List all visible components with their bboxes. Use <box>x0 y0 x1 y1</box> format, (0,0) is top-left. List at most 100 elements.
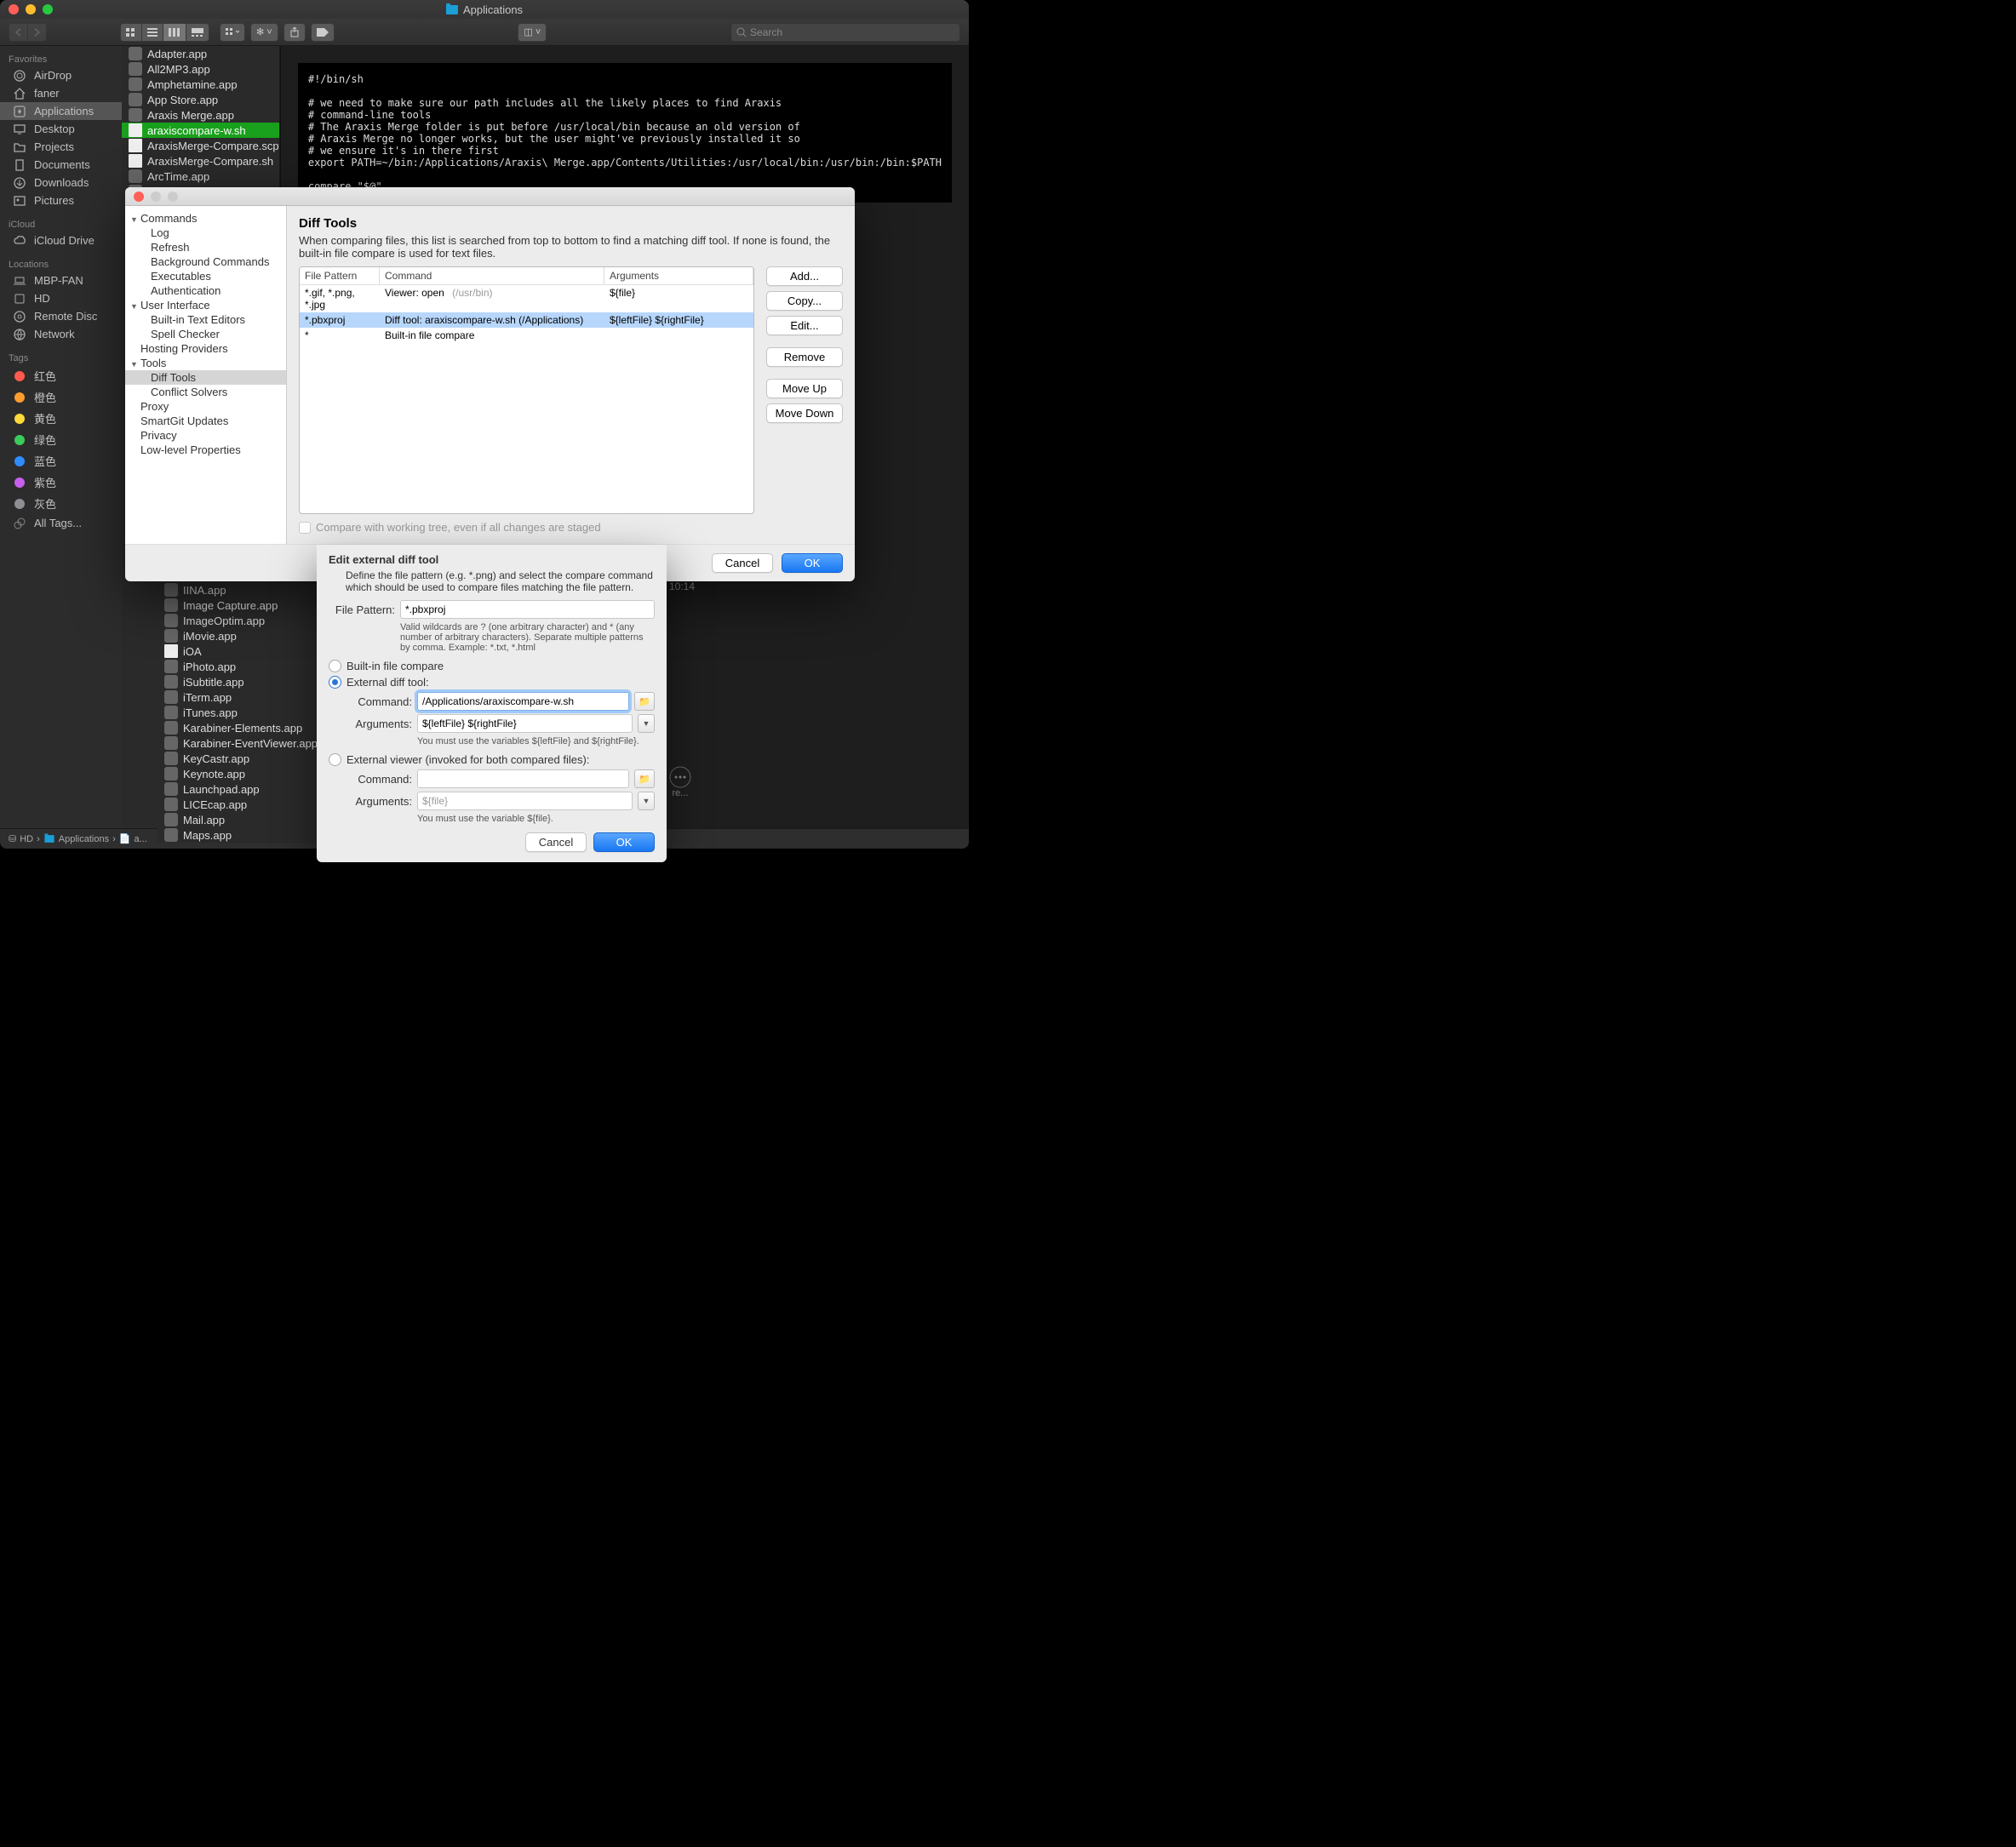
sidebar-item-documents[interactable]: Documents <box>0 156 122 174</box>
viewer-command-input[interactable] <box>417 769 629 788</box>
radio-external[interactable] <box>329 676 341 689</box>
radio-viewer[interactable] <box>329 753 341 766</box>
sidebar-item--[interactable]: 蓝色 <box>0 450 122 472</box>
finder-titlebar[interactable]: Applications <box>0 0 969 19</box>
sidebar-item-remote-disc[interactable]: Remote Disc <box>0 307 122 325</box>
file-araxismerge-compare-sh[interactable]: AraxisMerge-Compare.sh <box>122 153 279 169</box>
sidebar-item-applications[interactable]: Applications <box>0 102 122 120</box>
copy-button[interactable]: Copy... <box>766 291 843 311</box>
forward-button[interactable] <box>28 23 47 42</box>
sidebar-item-mbp-fan[interactable]: MBP-FAN <box>0 272 122 289</box>
prefs-nav-conflict-solvers[interactable]: Conflict Solvers <box>125 385 286 399</box>
edit-ok-button[interactable]: OK <box>593 832 655 852</box>
sidebar-item-icloud-drive[interactable]: iCloud Drive <box>0 232 122 249</box>
sidebar-item-all-tags-[interactable]: All Tags... <box>0 514 122 532</box>
prefs-nav-background-commands[interactable]: Background Commands <box>125 254 286 269</box>
prefs-nav-proxy[interactable]: Proxy <box>125 399 286 414</box>
radio-builtin[interactable] <box>329 660 341 672</box>
sidebar-item-faner[interactable]: faner <box>0 84 122 102</box>
share-more-icon[interactable] <box>669 766 691 788</box>
prefs-nav-executables[interactable]: Executables <box>125 269 286 283</box>
add-button[interactable]: Add... <box>766 266 843 286</box>
prefs-title: Diff Tools <box>299 216 843 231</box>
sidebar-item--[interactable]: 橙色 <box>0 386 122 408</box>
sidebar-item--[interactable]: 绿色 <box>0 429 122 450</box>
close-icon[interactable] <box>134 192 144 202</box>
viewer-arguments-input[interactable] <box>417 792 633 810</box>
app-icon <box>129 93 142 106</box>
viewer-browse-button[interactable]: 📁 <box>634 769 655 788</box>
prefs-nav-low-level-properties[interactable]: Low-level Properties <box>125 443 286 457</box>
remove-button[interactable]: Remove <box>766 347 843 367</box>
file-amphetamine-app[interactable]: Amphetamine.app <box>122 77 279 92</box>
file-adapter-app[interactable]: Adapter.app <box>122 46 279 61</box>
view-list-button[interactable] <box>142 23 163 42</box>
prefs-nav-tools[interactable]: Tools <box>125 356 286 370</box>
app-icon <box>164 828 178 842</box>
sidebar-item--[interactable]: 红色 <box>0 365 122 386</box>
prefs-nav-log[interactable]: Log <box>125 226 286 240</box>
prefs-nav-diff-tools[interactable]: Diff Tools <box>125 370 286 385</box>
viewer-arguments-dropdown[interactable]: ▼ <box>638 792 655 810</box>
prefs-nav-commands[interactable]: Commands <box>125 211 286 226</box>
sidebar-item-desktop[interactable]: Desktop <box>0 120 122 138</box>
view-columns-button[interactable] <box>163 23 186 42</box>
moveup-button[interactable]: Move Up <box>766 379 843 398</box>
browse-button[interactable]: 📁 <box>634 692 655 711</box>
prefs-nav-user-interface[interactable]: User Interface <box>125 298 286 312</box>
file-all2mp3-app[interactable]: All2MP3.app <box>122 61 279 77</box>
sidebar-item-hd[interactable]: HD <box>0 289 122 307</box>
diff-tools-table[interactable]: File Pattern Command Arguments *.gif, *.… <box>299 266 754 514</box>
edit-cancel-button[interactable]: Cancel <box>525 832 587 852</box>
file-araxismerge-compare-scpt[interactable]: AraxisMerge-Compare.scpt <box>122 138 279 153</box>
action-button[interactable]: ✻ ˅ <box>250 23 278 42</box>
sidebar-item-pictures[interactable]: Pictures <box>0 192 122 209</box>
view-gallery-button[interactable] <box>186 23 209 42</box>
view-icon-button[interactable] <box>120 23 142 42</box>
file-pattern-input[interactable] <box>400 600 655 619</box>
diff-tool-row[interactable]: *Built-in file compare <box>300 328 753 343</box>
app-icon <box>129 77 142 91</box>
file-araxiscompare-w-sh[interactable]: araxiscompare-w.sh <box>122 123 279 138</box>
close-icon[interactable] <box>9 4 19 14</box>
dialog-titlebar[interactable] <box>125 187 855 206</box>
sidebar-item-downloads[interactable]: Downloads <box>0 174 122 192</box>
prefs-nav-smartgit-updates[interactable]: SmartGit Updates <box>125 414 286 428</box>
movedown-button[interactable]: Move Down <box>766 403 843 423</box>
compare-wt-checkbox[interactable] <box>299 522 311 534</box>
group-button[interactable] <box>220 23 245 42</box>
arguments-input[interactable] <box>417 714 633 733</box>
minimize-icon[interactable] <box>26 4 36 14</box>
search-input[interactable]: Search <box>730 23 960 42</box>
sidebar-item-projects[interactable]: Projects <box>0 138 122 156</box>
share-button[interactable] <box>284 23 306 42</box>
ok-button[interactable]: OK <box>782 553 843 573</box>
prefs-nav-privacy[interactable]: Privacy <box>125 428 286 443</box>
app-icon <box>164 660 178 673</box>
edit-button[interactable]: Edit... <box>766 316 843 335</box>
arguments-dropdown[interactable]: ▼ <box>638 714 655 733</box>
tags-button[interactable] <box>311 23 335 42</box>
sidebar-item-network[interactable]: Network <box>0 325 122 343</box>
file-app-store-app[interactable]: App Store.app <box>122 92 279 107</box>
file-arctime-app[interactable]: ArcTime.app <box>122 169 279 184</box>
diff-tool-row[interactable]: *.pbxprojDiff tool: araxiscompare-w.sh (… <box>300 312 753 328</box>
file-araxis-merge-app[interactable]: Araxis Merge.app <box>122 107 279 123</box>
sidebar-header-favorites: Favorites <box>0 51 122 66</box>
cancel-button[interactable]: Cancel <box>712 553 773 573</box>
sidebar-item--[interactable]: 灰色 <box>0 493 122 514</box>
dropbox-button[interactable]: ◫ ˅ <box>518 23 547 42</box>
back-button[interactable] <box>9 23 28 42</box>
command-input[interactable] <box>417 692 629 711</box>
prefs-nav-built-in-text-editors[interactable]: Built-in Text Editors <box>125 312 286 327</box>
prefs-nav-authentication[interactable]: Authentication <box>125 283 286 298</box>
prefs-nav-hosting-providers[interactable]: Hosting Providers <box>125 341 286 356</box>
prefs-nav-refresh[interactable]: Refresh <box>125 240 286 254</box>
prefs-sidebar[interactable]: CommandsLogRefreshBackground CommandsExe… <box>125 206 287 544</box>
sidebar-item--[interactable]: 黄色 <box>0 408 122 429</box>
maximize-icon[interactable] <box>43 4 53 14</box>
diff-tool-row[interactable]: *.gif, *.png, *.jpgViewer: open (/usr/bi… <box>300 285 753 312</box>
sidebar-item-airdrop[interactable]: AirDrop <box>0 66 122 84</box>
sidebar-item--[interactable]: 紫色 <box>0 472 122 493</box>
prefs-nav-spell-checker[interactable]: Spell Checker <box>125 327 286 341</box>
